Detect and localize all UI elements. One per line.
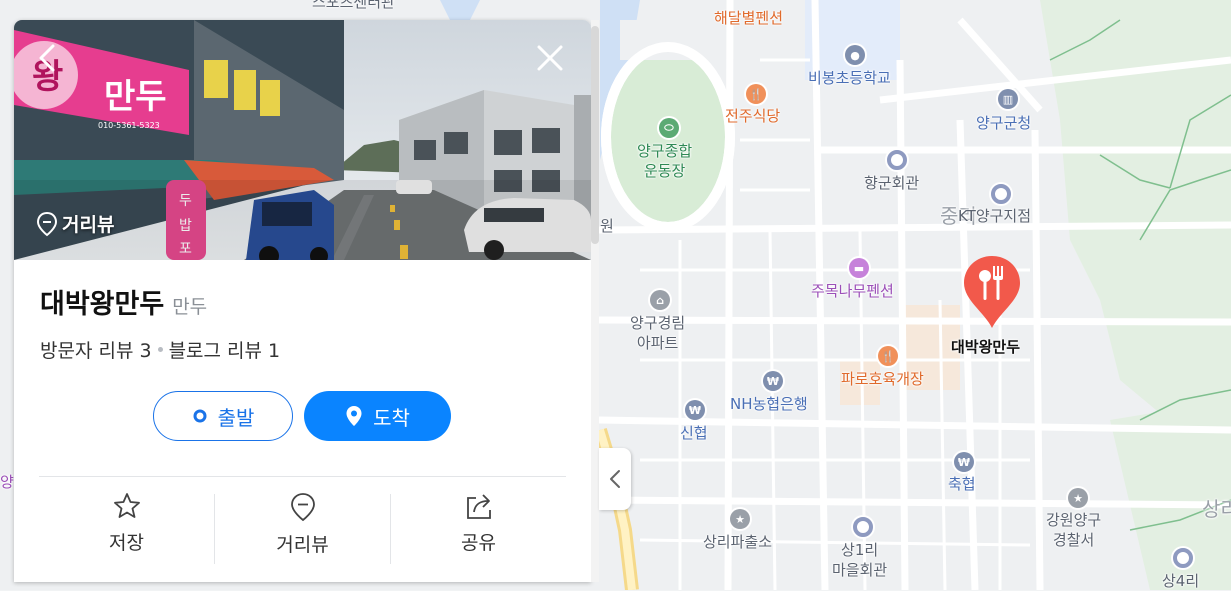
police-icon[interactable]: ★ [1068, 488, 1088, 508]
map-label-hyanggun-hall[interactable]: 향군회관 [864, 173, 919, 193]
collapse-panel-button[interactable] [599, 448, 631, 510]
map-label-kt-branch[interactable]: KT양구지점 [958, 206, 1031, 226]
photo-sign-phone: 010-5361-5323 [98, 121, 160, 130]
restaurant-icon[interactable]: 🍴 [878, 346, 898, 366]
restaurant-icon[interactable]: 🍴 [746, 84, 766, 104]
streetview-icon [290, 493, 315, 522]
divider [39, 476, 566, 477]
map-label-haedal-pension[interactable]: 해달별펜션 [714, 8, 783, 28]
map-label-sang4ri[interactable]: 상4리 [1162, 571, 1199, 591]
origin-dot-icon [193, 409, 207, 423]
streetview-action-label: 거리뷰 [276, 534, 329, 556]
map-label-chukhyeop[interactable]: 축협 [948, 474, 976, 494]
map-label-selected-place[interactable]: 대박왕만두 [951, 337, 1020, 357]
stadium-icon[interactable]: ⬭ [659, 118, 679, 138]
map-label-bibong-school[interactable]: 비봉초등학교 [808, 68, 891, 88]
arrive-button[interactable]: 도착 [304, 391, 451, 441]
panel-scroll-thumb[interactable] [591, 26, 599, 244]
share-icon [466, 494, 491, 519]
lodging-icon[interactable]: ▬ [849, 258, 869, 278]
back-button[interactable] [28, 38, 68, 78]
map-label-stadium[interactable]: 양구종합 운동장 [637, 141, 692, 181]
separator-dot [157, 347, 163, 352]
place-category: 만두 [172, 296, 208, 318]
share-label: 공유 [461, 532, 496, 554]
map-label-paro-restaurant[interactable]: 파로호육개장 [841, 369, 924, 389]
government-icon[interactable]: ▥ [998, 89, 1018, 109]
close-icon [537, 45, 563, 71]
place-detail-panel: 왕 만두 010-5361-5323 두 밥 포 [14, 20, 591, 582]
map-label-sports-center[interactable]: 스포츠센터관 [312, 0, 395, 12]
map-label-sangri1-hall[interactable]: 상1리 마을회관 [832, 540, 887, 580]
map-label-left-edge: 양 [0, 473, 14, 491]
restaurant-pin-icon [964, 256, 1020, 328]
place-title-row: 대박왕만두 만두 [40, 282, 207, 321]
bank-icon[interactable]: ₩ [763, 371, 783, 391]
depart-button[interactable]: 출발 [153, 391, 293, 441]
blog-reviews-link[interactable]: 블로그 리뷰 1 [169, 336, 281, 363]
police-icon[interactable]: ★ [730, 509, 750, 529]
map-label-police-station[interactable]: 강원양구 경찰서 [1046, 510, 1101, 550]
place-name[interactable]: 대박왕만두 [40, 282, 164, 321]
arrive-label: 도착 [373, 405, 410, 430]
star-icon [113, 493, 140, 518]
close-button[interactable] [530, 38, 570, 78]
school-icon[interactable]: ● [845, 45, 865, 65]
streetview-pin-icon [36, 211, 58, 236]
bank-icon[interactable]: ₩ [685, 400, 705, 420]
map-label-sinhyeop[interactable]: 신협 [680, 423, 708, 443]
bank-icon[interactable]: ₩ [954, 452, 974, 472]
streetview-action[interactable]: 거리뷰 [215, 492, 390, 562]
apartment-icon[interactable]: ⌂ [650, 290, 670, 310]
map-label-gyeongnim-apt[interactable]: 양구경림 아파트 [630, 313, 685, 353]
map-label-jeonju-restaurant[interactable]: 전주식당 [725, 106, 780, 126]
map-label-sangri-police-box[interactable]: 상리파출소 [703, 532, 772, 552]
reviews-row: 방문자 리뷰 3 블로그 리뷰 1 [40, 336, 280, 363]
photo-sign-right: 만두 [104, 77, 167, 117]
streetview-badge-label: 거리뷰 [62, 214, 115, 236]
map-label-jumoknamu-pension[interactable]: 주목나무펜션 [811, 281, 894, 301]
streetview-badge[interactable]: 거리뷰 [36, 210, 114, 237]
selected-place-marker[interactable] [962, 254, 1022, 330]
streetview-photo[interactable]: 왕 만두 010-5361-5323 두 밥 포 [14, 20, 591, 260]
share-action[interactable]: 공유 [391, 492, 566, 562]
place-marker-icon[interactable] [853, 517, 873, 537]
place-marker-icon[interactable] [991, 184, 1011, 204]
depart-label: 출발 [217, 405, 255, 430]
place-marker-icon[interactable] [1173, 548, 1193, 568]
map-label-county-office[interactable]: 양구군청 [976, 113, 1031, 133]
chevron-left-icon [39, 44, 55, 72]
map-label-won: 원 [600, 217, 614, 235]
map-label-nh-bank[interactable]: NH농협은행 [730, 394, 808, 414]
save-label: 저장 [109, 532, 144, 554]
map-label-sang-edge: 상리 [1202, 497, 1231, 521]
place-marker-icon[interactable] [887, 150, 907, 170]
chevron-left-icon [610, 470, 620, 488]
destination-pin-icon [346, 406, 362, 426]
save-action[interactable]: 저장 [39, 492, 214, 562]
visitor-reviews-link[interactable]: 방문자 리뷰 3 [40, 336, 152, 363]
